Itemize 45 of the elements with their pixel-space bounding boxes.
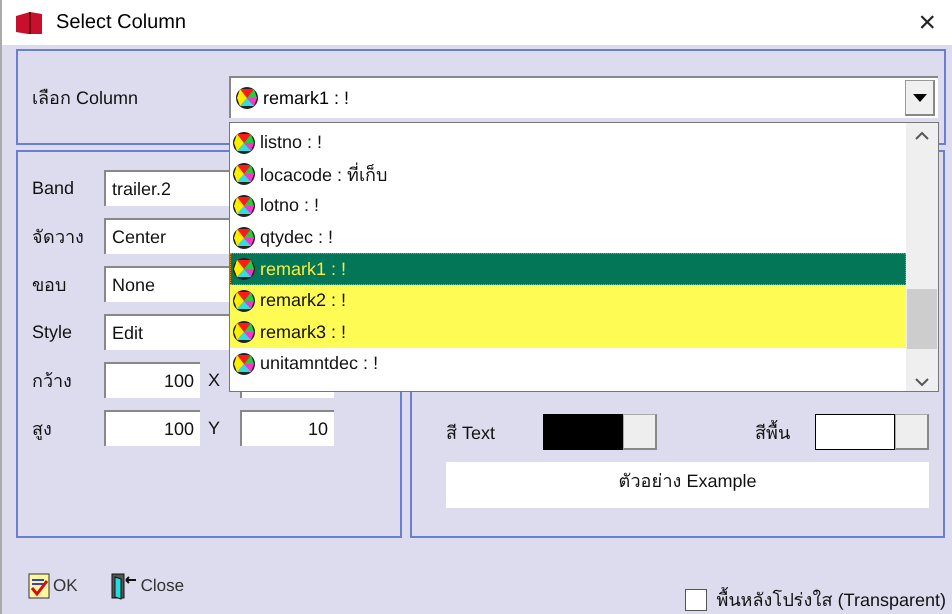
color-picker-button[interactable]	[895, 414, 929, 450]
color-ball-icon	[232, 226, 256, 250]
size-field[interactable]: 100	[104, 362, 200, 398]
color-ball-icon	[232, 288, 256, 313]
color-ball-icon	[232, 194, 256, 218]
size-label: สูง	[32, 418, 53, 442]
dropdown-option[interactable]: remark3 : !	[230, 316, 906, 348]
dropdown-option[interactable]: remark1 : !	[230, 253, 906, 285]
color-label: สี Text	[446, 422, 496, 444]
dropdown-value: remark1 : !	[263, 88, 350, 108]
scrollbar[interactable]	[906, 123, 938, 391]
scroll-thumb[interactable]	[907, 289, 937, 349]
book-icon	[14, 10, 44, 36]
property-label: ขอบ	[32, 274, 67, 296]
color-ball-icon	[232, 320, 256, 344]
property-label: Style	[32, 322, 74, 342]
caret-icon	[912, 94, 926, 102]
position-field[interactable]: 10	[240, 410, 334, 446]
close-button[interactable]: Close	[108, 570, 186, 602]
color-ball-icon	[232, 162, 256, 186]
color-ball-icon	[232, 352, 256, 376]
color-label: สีพื้น	[755, 418, 815, 446]
position-label: X	[207, 370, 222, 390]
exit-door-icon	[110, 572, 138, 600]
property-label: จัดวาง	[32, 226, 85, 248]
scroll-up-icon[interactable]	[915, 131, 929, 140]
dropdown-option[interactable]: remark2 : !	[230, 284, 906, 317]
example-preview: ตัวอย่าง Example	[446, 462, 929, 508]
checkbox[interactable]	[684, 588, 707, 610]
scroll-down-icon[interactable]	[915, 378, 929, 387]
column-label: เลือก Column	[32, 86, 140, 110]
column-dropdown[interactable]: remark1 : !	[229, 76, 938, 118]
dropdown-button[interactable]	[905, 80, 935, 116]
color-ball-icon	[232, 257, 256, 282]
size-field[interactable]: 100	[104, 410, 200, 446]
ok-button[interactable]: OK	[26, 570, 80, 600]
position-label: Y	[207, 418, 222, 438]
window-title: Select Column	[56, 11, 188, 34]
property-label: Band	[32, 178, 76, 198]
color-picker-button[interactable]	[623, 414, 657, 450]
color-ball-icon	[235, 86, 259, 110]
checklist-icon	[28, 572, 50, 598]
color-ball-icon	[232, 130, 256, 155]
close-button[interactable]: ×	[914, 6, 940, 40]
size-label: กว้าง	[32, 370, 73, 392]
